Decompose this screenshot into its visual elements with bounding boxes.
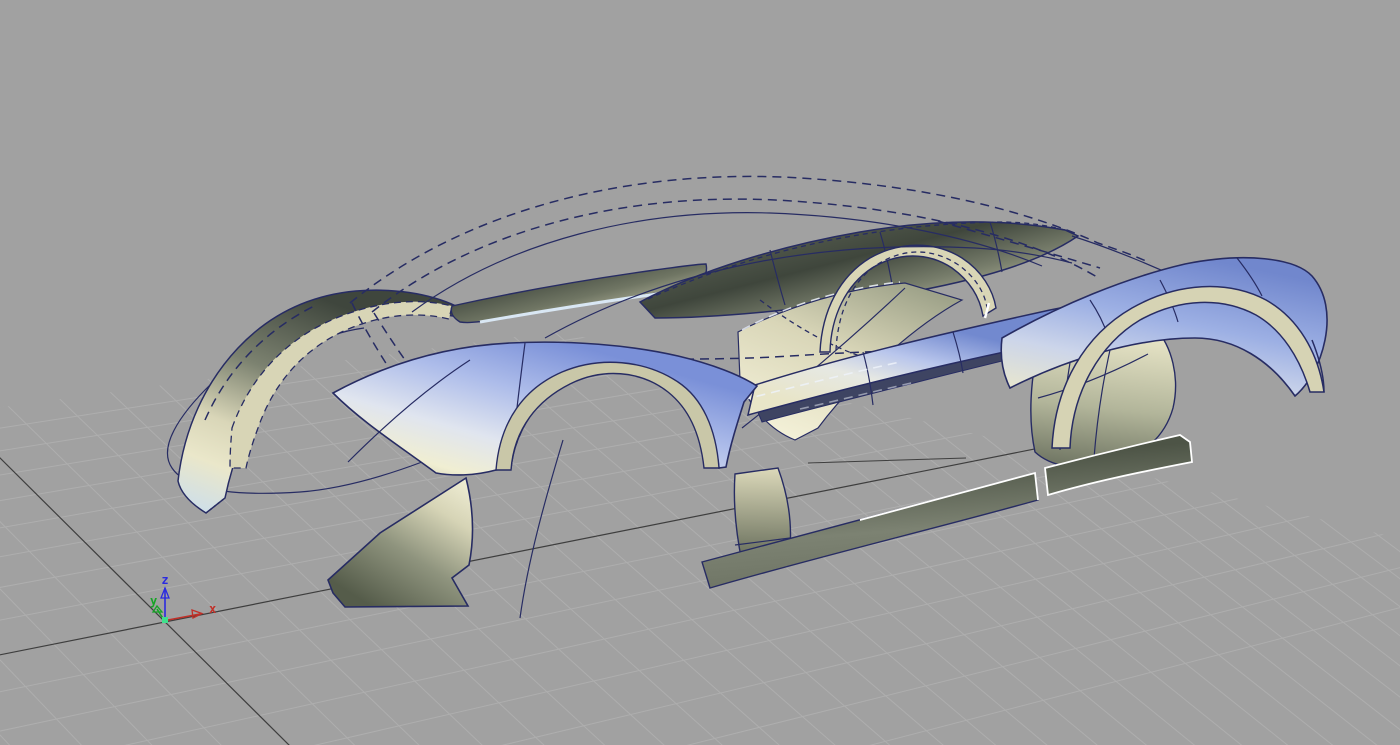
cad-viewport-window: z x y — [0, 0, 1400, 745]
gizmo-y-label: y — [150, 594, 157, 608]
gizmo-z-label: z — [161, 573, 168, 587]
viewport-canvas[interactable]: z x y — [0, 0, 1400, 745]
origin-marker-icon — [162, 617, 168, 623]
gizmo-x-label: x — [209, 602, 216, 616]
